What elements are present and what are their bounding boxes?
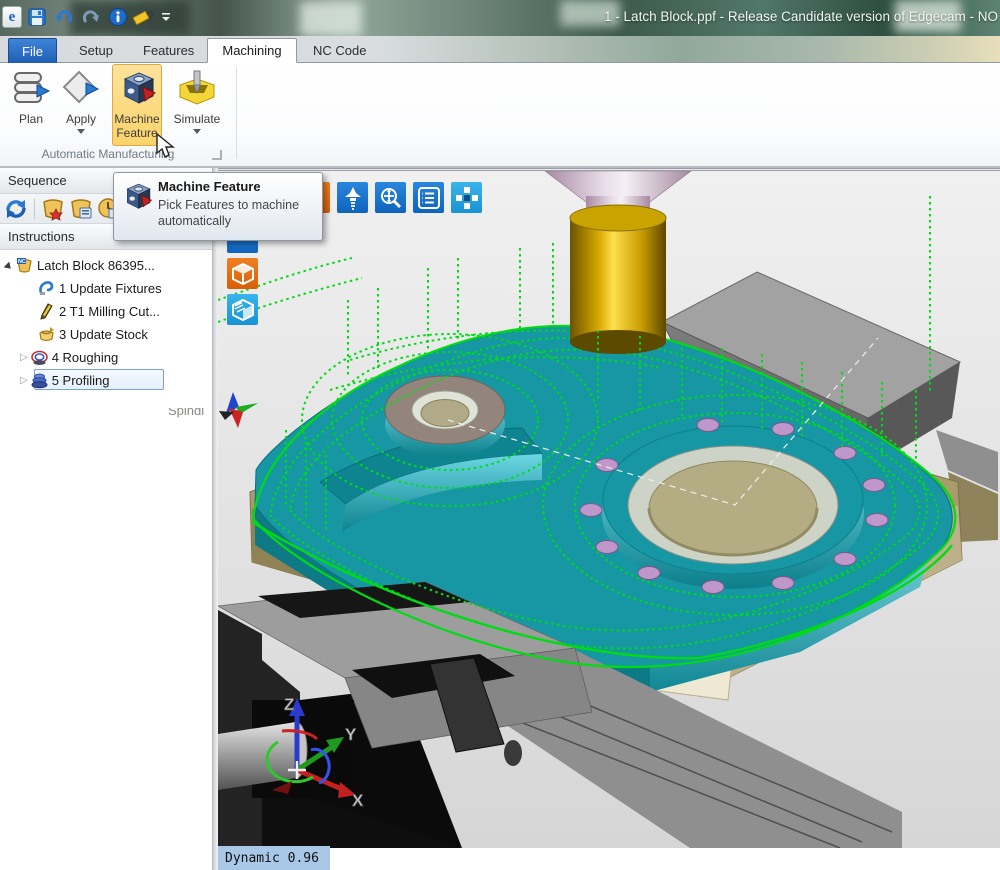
svg-text:?: ?	[146, 8, 155, 24]
tab-setup[interactable]: Setup	[66, 38, 126, 63]
cylindrical-boss	[385, 376, 505, 458]
collapsed-caret-icon[interactable]: ▷	[20, 352, 28, 363]
fixture-icon	[38, 280, 55, 297]
simulate-dropdown-caret[interactable]	[193, 129, 201, 138]
layout-icon[interactable]	[451, 182, 482, 213]
simulate-icon	[177, 69, 217, 109]
refresh-icon[interactable]	[4, 197, 28, 221]
group-dialog-launcher-icon[interactable]	[212, 150, 222, 160]
sequence-panel: Sequence Instru	[0, 168, 213, 870]
plan-button[interactable]: Plan	[8, 64, 54, 146]
undo-icon[interactable]	[52, 5, 76, 29]
axis-label-x: X	[352, 791, 364, 810]
ribbon-group-label: Automatic Manufacturing	[0, 147, 216, 161]
sequence-star-icon[interactable]	[41, 197, 65, 221]
window-title: 1 - Latch Block.ppf - Release Candidate …	[378, 9, 998, 24]
graphics-viewport[interactable]: Z Y X	[218, 168, 1000, 848]
tree-item-milling-cutter[interactable]: 2 T1 Milling Cut...	[0, 300, 212, 323]
collapsed-caret-icon[interactable]: ▷	[20, 375, 28, 386]
title-bar: e ? 1 - Latch Block.ppf - Release Candid…	[0, 0, 1000, 36]
apply-dropdown-caret[interactable]	[77, 129, 85, 138]
tree-item-roughing[interactable]: ▷ 4 Roughing	[0, 346, 212, 369]
list-icon[interactable]	[413, 182, 444, 213]
edgecam-window: e ? 1 - Latch Block.ppf - Release Candid…	[0, 0, 1000, 870]
tree-item-update-stock[interactable]: 3 Update Stock	[0, 323, 212, 346]
customize-caret-icon[interactable]	[160, 5, 172, 29]
ribbon: Plan Apply Machine Feature Simulate Auto	[0, 63, 1000, 168]
stock-scroll-icon	[38, 326, 55, 343]
3d-viewport-scene[interactable]: Z Y X	[218, 171, 1000, 848]
ribbon-tab-row: File Setup Features Machining NC Code	[0, 36, 1000, 63]
counterbore-feature	[602, 426, 864, 589]
apply-button[interactable]: Apply	[56, 64, 106, 146]
machine-feature-icon	[121, 181, 153, 213]
group-separator	[236, 67, 237, 159]
redo-icon[interactable]	[79, 5, 103, 29]
tab-nc-code[interactable]: NC Code	[300, 38, 379, 63]
mouse-cursor	[155, 133, 177, 159]
tab-features[interactable]: Features	[130, 38, 207, 63]
toolbar-separator	[34, 199, 35, 219]
quick-access-toolbar: e ?	[2, 3, 172, 31]
profiling-icon	[31, 372, 48, 389]
tree-item-profiling[interactable]: ▷ 5 Profiling	[0, 369, 212, 392]
tab-file[interactable]: File	[8, 38, 57, 63]
sequence-list-icon[interactable]	[69, 197, 93, 221]
feature-cube-icon[interactable]	[227, 294, 258, 325]
zoom-icon[interactable]	[375, 182, 406, 213]
save-icon[interactable]	[25, 5, 49, 29]
milling-cutter-icon	[38, 303, 55, 320]
machine-feature-tooltip: Machine Feature Pick Features to machine…	[113, 172, 323, 241]
dynamic-status-chip: Dynamic 0.96	[218, 846, 330, 870]
expanded-caret-icon[interactable]	[4, 261, 17, 274]
measure-help-icon[interactable]: ?	[133, 5, 157, 29]
tab-machining[interactable]: Machining	[207, 38, 297, 63]
info-icon[interactable]	[106, 5, 130, 29]
axis-label-z: Z	[284, 695, 294, 714]
spindle-icon[interactable]	[337, 182, 368, 213]
svg-text:NC: NC	[18, 259, 26, 265]
apply-icon	[61, 69, 101, 109]
roughing-icon	[31, 349, 48, 366]
viewport-toolbar	[318, 182, 482, 213]
stock-cube-icon[interactable]	[227, 258, 258, 289]
tree-item-latch-block[interactable]: NC Latch Block 86395...	[0, 254, 212, 277]
instructions-tree: NC Latch Block 86395... 1 Update Fixture…	[0, 250, 212, 392]
plan-icon	[11, 69, 51, 109]
tree-item-update-fixtures[interactable]: 1 Update Fixtures	[0, 277, 212, 300]
axis-label-y: Y	[345, 725, 357, 744]
machine-feature-icon	[117, 69, 157, 109]
edgecam-logo[interactable]: e	[2, 6, 22, 28]
nc-scroll-icon: NC	[16, 257, 33, 274]
